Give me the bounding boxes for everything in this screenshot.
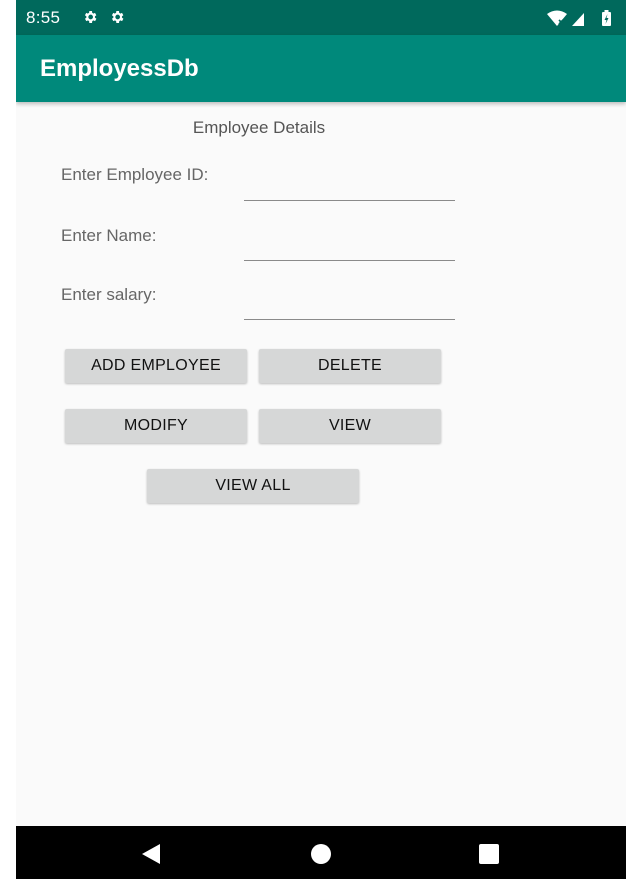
salary-label: Enter salary: <box>61 285 157 304</box>
recents-icon[interactable] <box>479 844 499 864</box>
view-all-button[interactable]: VIEW ALL <box>147 469 359 503</box>
gear-icon <box>84 11 97 23</box>
home-icon[interactable] <box>310 843 332 865</box>
name-input[interactable] <box>244 231 455 261</box>
app-title: EmployessDb <box>40 55 199 82</box>
employee-id-input[interactable] <box>244 171 455 201</box>
modify-button[interactable]: MODIFY <box>65 409 247 443</box>
status-bar: 8:55 <box>16 0 626 35</box>
view-button[interactable]: VIEW <box>259 409 441 443</box>
add-employee-button[interactable]: ADD EMPLOYEE <box>65 349 247 383</box>
name-label: Enter Name: <box>61 226 157 245</box>
gear-icon <box>111 11 124 23</box>
status-indicators <box>547 10 611 26</box>
phone-screen: 8:55 EmployessDb Employee Details Enter … <box>16 0 626 879</box>
wifi-icon <box>547 10 567 26</box>
form-heading: Employee Details <box>192 118 326 137</box>
back-icon[interactable] <box>140 843 162 865</box>
app-bar: EmployessDb <box>16 35 626 102</box>
signal-icon <box>572 13 584 26</box>
employee-id-label: Enter Employee ID: <box>61 165 209 184</box>
navigation-bar <box>16 826 626 879</box>
delete-button[interactable]: DELETE <box>259 349 441 383</box>
status-time: 8:55 <box>26 8 61 27</box>
salary-input[interactable] <box>244 290 455 320</box>
battery-charging-icon <box>602 10 611 26</box>
